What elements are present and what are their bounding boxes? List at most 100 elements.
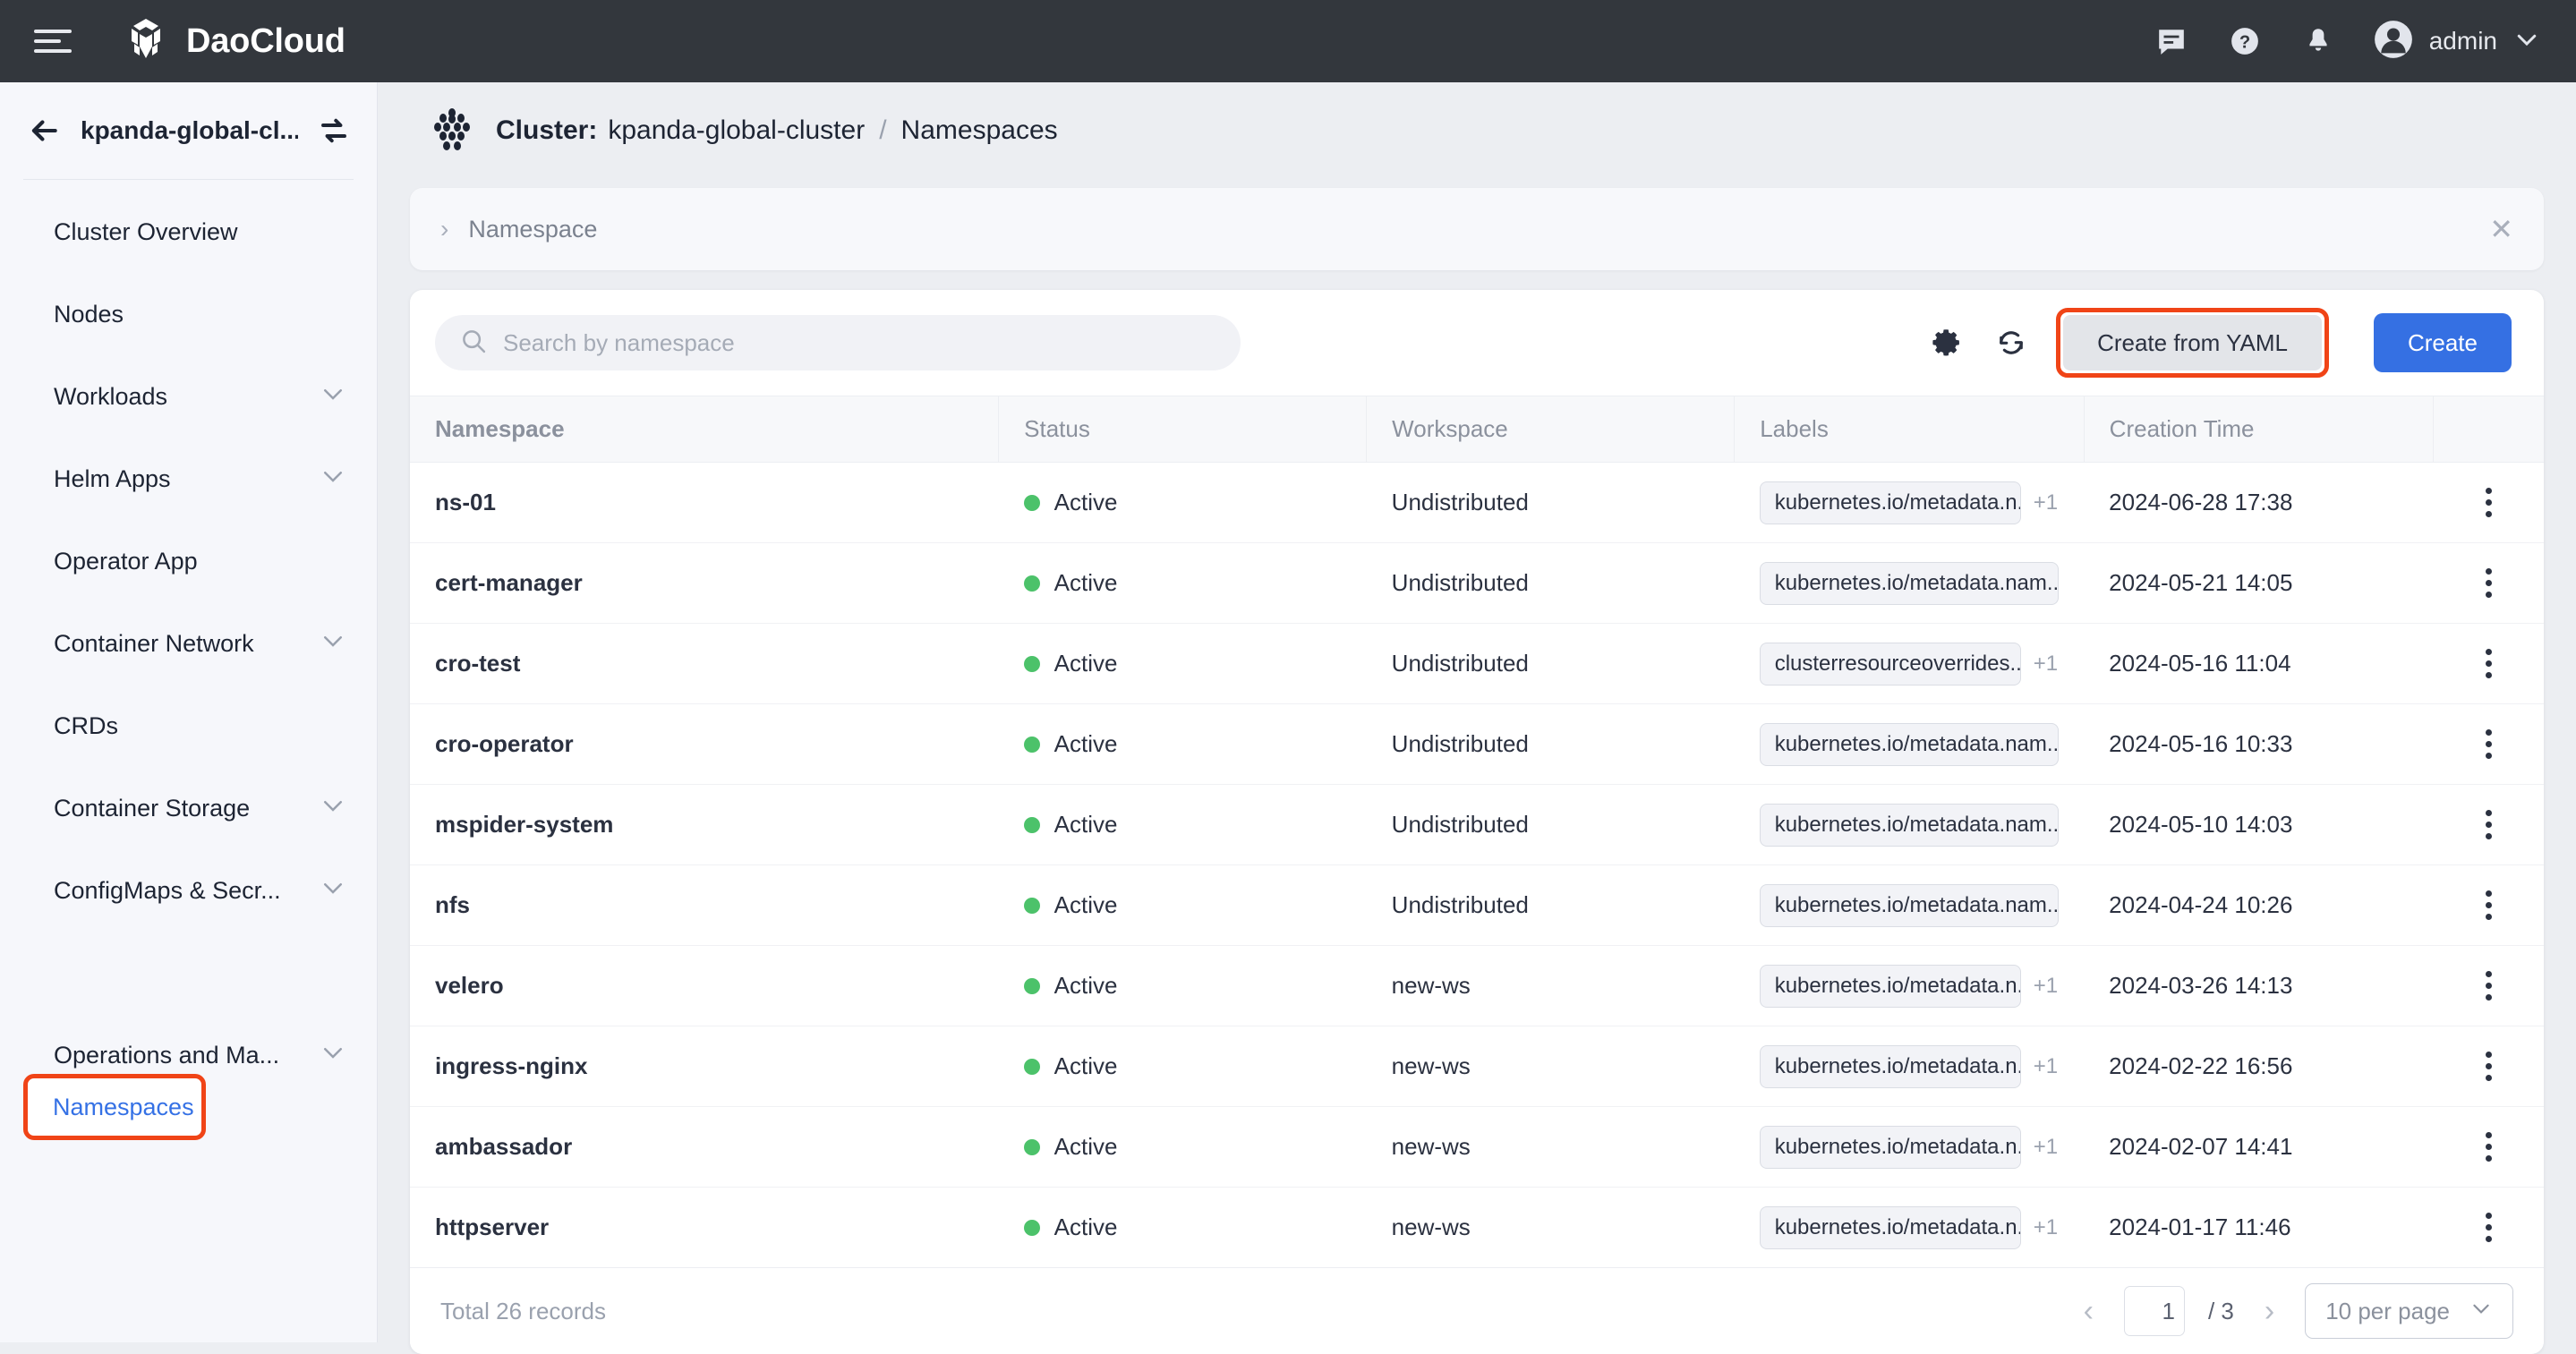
chat-icon[interactable]	[2154, 23, 2189, 59]
cell-namespace[interactable]: ingress-nginx	[410, 1026, 999, 1107]
sidebar-item-namespaces[interactable]: Namespaces	[23, 1074, 206, 1140]
cell-namespace[interactable]: mspider-system	[410, 785, 999, 865]
switch-cluster-icon[interactable]	[318, 115, 350, 147]
label-overflow-count[interactable]: +1	[2034, 974, 2058, 999]
page-number-input[interactable]: 1	[2124, 1286, 2185, 1336]
table-row[interactable]: nfsActiveUndistributedkubernetes.io/meta…	[410, 865, 2544, 946]
sidebar-item-label: Helm Apps	[54, 465, 171, 493]
table-row[interactable]: ingress-nginxActivenew-wskubernetes.io/m…	[410, 1026, 2544, 1107]
label-chip[interactable]: kubernetes.io/metadata.n...	[1760, 481, 2021, 524]
chevron-right-icon[interactable]: ›	[440, 215, 448, 243]
cell-namespace[interactable]: cro-operator	[410, 704, 999, 785]
label-chip[interactable]: kubernetes.io/metadata.nam...	[1760, 884, 2059, 927]
sidebar-item-operator-app[interactable]: Operator App	[0, 520, 377, 602]
cell-status: Active	[999, 1188, 1367, 1268]
hamburger-icon[interactable]	[34, 21, 75, 62]
sidebar-item-workloads[interactable]: Workloads	[0, 355, 377, 438]
next-page-button[interactable]: ›	[2257, 1294, 2282, 1329]
create-from-yaml-button[interactable]: Create from YAML	[2063, 315, 2322, 370]
chevron-down-icon[interactable]	[320, 627, 346, 660]
row-actions-menu-icon[interactable]	[2459, 810, 2519, 839]
chevron-down-icon[interactable]	[320, 380, 346, 413]
cell-namespace[interactable]: nfs	[410, 865, 999, 946]
column-header-status[interactable]: Status	[999, 396, 1367, 463]
row-actions-menu-icon[interactable]	[2459, 568, 2519, 598]
sidebar-item-container-network[interactable]: Container Network	[0, 602, 377, 685]
cell-actions	[2434, 1026, 2544, 1107]
search-input[interactable]: Search by namespace	[435, 315, 1241, 370]
prev-page-button[interactable]: ‹	[2077, 1294, 2101, 1329]
label-overflow-count[interactable]: +1	[2034, 1135, 2058, 1160]
sidebar-item-label: Cluster Overview	[54, 218, 238, 246]
column-header-workspace[interactable]: Workspace	[1367, 396, 1735, 463]
column-header-labels[interactable]: Labels	[1735, 396, 2084, 463]
help-icon[interactable]: ?	[2227, 23, 2263, 59]
bell-icon[interactable]	[2300, 23, 2336, 59]
label-overflow-count[interactable]: +1	[2034, 1054, 2058, 1079]
cell-namespace[interactable]: ns-01	[410, 463, 999, 543]
column-header-creation-time[interactable]: Creation Time	[2084, 396, 2433, 463]
table-row[interactable]: veleroActivenew-wskubernetes.io/metadata…	[410, 946, 2544, 1026]
create-button[interactable]: Create	[2374, 313, 2512, 372]
label-chip[interactable]: kubernetes.io/metadata.n...	[1760, 1126, 2021, 1169]
chevron-down-icon[interactable]	[320, 792, 346, 825]
cell-namespace[interactable]: ambassador	[410, 1107, 999, 1188]
table-row[interactable]: cro-operatorActiveUndistributedkubernete…	[410, 704, 2544, 785]
table-row[interactable]: cert-managerActiveUndistributedkubernete…	[410, 543, 2544, 624]
gear-icon[interactable]	[1927, 323, 1966, 362]
label-overflow-count[interactable]: +1	[2034, 490, 2058, 515]
label-chip[interactable]: clusterresourceoverrides....	[1760, 643, 2021, 686]
row-actions-menu-icon[interactable]	[2459, 1132, 2519, 1162]
cell-namespace[interactable]: velero	[410, 946, 999, 1026]
chevron-down-icon[interactable]	[320, 874, 346, 907]
table-header-row: Namespace Status Workspace Labels Creati…	[410, 396, 2544, 463]
row-actions-menu-icon[interactable]	[2459, 1213, 2519, 1242]
table-row[interactable]: mspider-systemActiveUndistributedkuberne…	[410, 785, 2544, 865]
sidebar-item-cluster-overview[interactable]: Cluster Overview	[0, 191, 377, 273]
row-actions-menu-icon[interactable]	[2459, 488, 2519, 517]
brand[interactable]: DaoCloud	[122, 17, 345, 65]
sidebar-item-configmaps-secrets[interactable]: ConfigMaps & Secr...	[0, 849, 377, 932]
top-right-actions: ? admin	[2154, 20, 2540, 64]
cell-actions	[2434, 624, 2544, 704]
label-chip[interactable]: kubernetes.io/metadata.n...	[1760, 1045, 2021, 1088]
row-actions-menu-icon[interactable]	[2459, 649, 2519, 678]
label-overflow-count[interactable]: +1	[2034, 651, 2058, 677]
table-row[interactable]: httpserverActivenew-wskubernetes.io/meta…	[410, 1188, 2544, 1268]
label-chip[interactable]: kubernetes.io/metadata.n...	[1760, 1206, 2021, 1249]
status-dot-active	[1024, 495, 1040, 511]
chevron-down-icon[interactable]	[2513, 26, 2540, 57]
cell-namespace[interactable]: httpserver	[410, 1188, 999, 1268]
table-row[interactable]: ns-01ActiveUndistributedkubernetes.io/me…	[410, 463, 2544, 543]
row-actions-menu-icon[interactable]	[2459, 1052, 2519, 1081]
label-chip[interactable]: kubernetes.io/metadata.nam...	[1760, 562, 2059, 605]
sidebar-item-crds[interactable]: CRDs	[0, 685, 377, 767]
refresh-icon[interactable]	[1992, 323, 2031, 362]
breadcrumb-cluster[interactable]: kpanda-global-cluster	[608, 115, 865, 146]
cell-namespace[interactable]: cro-test	[410, 624, 999, 704]
namespace-filter-bar[interactable]: › Namespace ✕	[410, 188, 2544, 270]
label-overflow-count[interactable]: +1	[2034, 1215, 2058, 1240]
sidebar-item-nodes[interactable]: Nodes	[0, 273, 377, 355]
label-chip[interactable]: kubernetes.io/metadata.nam...	[1760, 723, 2059, 766]
chevron-down-icon[interactable]	[320, 463, 346, 496]
row-actions-menu-icon[interactable]	[2459, 890, 2519, 920]
sidebar-item-container-storage[interactable]: Container Storage	[0, 767, 377, 849]
status-badge: Active	[1054, 1052, 1118, 1080]
status-badge: Active	[1054, 730, 1118, 758]
cell-namespace[interactable]: cert-manager	[410, 543, 999, 624]
cell-workspace: Undistributed	[1367, 463, 1735, 543]
column-header-namespace[interactable]: Namespace	[410, 396, 999, 463]
back-arrow-icon[interactable]	[27, 114, 61, 148]
table-row[interactable]: cro-testActiveUndistributedclusterresour…	[410, 624, 2544, 704]
table-row[interactable]: ambassadorActivenew-wskubernetes.io/meta…	[410, 1107, 2544, 1188]
label-chip[interactable]: kubernetes.io/metadata.n...	[1760, 965, 2021, 1008]
row-actions-menu-icon[interactable]	[2459, 729, 2519, 759]
user-menu[interactable]: admin	[2374, 20, 2540, 64]
label-chip[interactable]: kubernetes.io/metadata.nam...	[1760, 804, 2059, 847]
sidebar-item-helm-apps[interactable]: Helm Apps	[0, 438, 377, 520]
per-page-select[interactable]: 10 per page	[2305, 1283, 2513, 1339]
row-actions-menu-icon[interactable]	[2459, 971, 2519, 1001]
close-icon[interactable]: ✕	[2489, 212, 2513, 246]
chevron-down-icon[interactable]	[320, 1039, 346, 1072]
